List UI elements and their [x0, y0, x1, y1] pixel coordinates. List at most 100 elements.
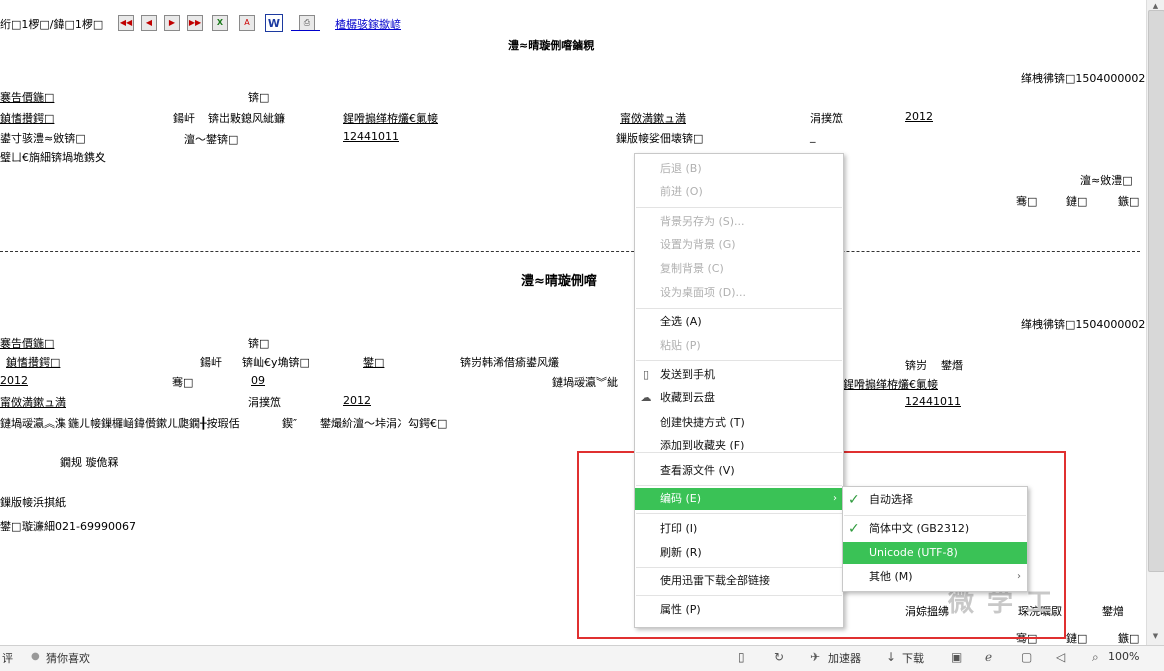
- field-value: 2012: [343, 394, 371, 407]
- word-icon[interactable]: W: [265, 14, 283, 32]
- field-text: 锛□: [248, 337, 270, 350]
- menu-item-refresh[interactable]: 刷新 (R): [635, 542, 843, 564]
- menu-item-save-background[interactable]: 背景另存为 (S)...: [635, 211, 843, 233]
- field-text: 鍙寸骇澧≈敓锛□: [0, 132, 86, 145]
- menu-item-encoding[interactable]: 编码 (E) ›: [635, 488, 843, 510]
- menu-item-create-shortcut[interactable]: 创建快捷方式 (T): [635, 412, 843, 434]
- menu-item-print[interactable]: 打印 (I): [635, 518, 843, 540]
- toolbar-underline: [291, 22, 320, 31]
- menu-item-copy-background[interactable]: 复制背景 (C): [635, 258, 843, 280]
- volume-icon[interactable]: ◁: [1056, 650, 1065, 664]
- field-text: 鍚屽: [173, 112, 195, 125]
- menu-item-forward[interactable]: 前进 (O): [635, 181, 843, 203]
- field-text: 鏈堝叆瀛︽潗: [0, 417, 66, 430]
- download-button[interactable]: 下载: [902, 650, 924, 666]
- encoding-gb2312[interactable]: ✓ 简体中文 (GB2312): [843, 518, 1027, 540]
- menu-item-properties[interactable]: 属性 (P): [635, 599, 843, 621]
- guess-you-like[interactable]: 猜你喜欢: [46, 650, 90, 666]
- status-bar: 评 ● 猜你喜欢 ▯ ↻ ✈ 加速器 ↓ 下载 ▣ ℯ ▢ ◁ ⌕ 100%: [0, 645, 1164, 671]
- menu-separator: [636, 452, 842, 453]
- sig-year: 骞□: [1016, 195, 1038, 208]
- field-text: 鐢熶紒澶〜垰涓冫勾鍔€□: [320, 417, 448, 430]
- field-text: 鍚屽: [200, 356, 222, 369]
- right-label: 澶≈敓澧□: [1080, 174, 1133, 187]
- encoding-utf8[interactable]: Unicode (UTF-8): [843, 542, 1027, 564]
- status-left-text: 评: [2, 652, 13, 665]
- menu-item-paste[interactable]: 粘贴 (P): [635, 335, 843, 357]
- next-page-icon[interactable]: ▶: [164, 15, 180, 31]
- menu-separator: [636, 308, 842, 309]
- checkmark-icon: ✓: [848, 521, 860, 537]
- chevron-right-icon: ›: [1017, 571, 1021, 582]
- menu-separator: [636, 595, 842, 596]
- circle-icon: ●: [31, 651, 40, 662]
- field-text: 鐢熷: [1102, 605, 1124, 618]
- refresh-icon[interactable]: ↻: [774, 650, 784, 664]
- field-text: 锛岃: [905, 359, 927, 372]
- field-text: 澶〜鐢锛□: [184, 133, 239, 146]
- menu-item-save-to-cloud[interactable]: ☁ 收藏到云盘: [635, 387, 843, 409]
- window-icon[interactable]: ▢: [1021, 650, 1032, 664]
- field-label: 褰告價鍦□: [0, 91, 55, 104]
- accelerator-button[interactable]: 加速器: [828, 650, 861, 666]
- field-label: 鍞愭攢鍔□: [0, 112, 55, 125]
- pdf-icon[interactable]: A: [239, 15, 255, 31]
- extension-icon[interactable]: ▣: [951, 650, 962, 664]
- mobile-icon[interactable]: ▯: [738, 650, 745, 664]
- excel-icon[interactable]: X: [212, 15, 228, 31]
- prev-page-icon[interactable]: ◀: [141, 15, 157, 31]
- vertical-scrollbar[interactable]: ▲ ▼: [1146, 0, 1164, 645]
- phone-icon: ▯: [642, 368, 650, 381]
- advanced-print-link[interactable]: 楂樼骇鎵撳嵃: [335, 16, 401, 32]
- field-text: 涓撲笟: [810, 112, 843, 125]
- field-value: 09: [251, 374, 265, 387]
- menu-item-view-source[interactable]: 查看源文件 (V): [635, 460, 843, 482]
- menu-item-send-to-phone[interactable]: ▯ 发送到手机: [635, 364, 843, 386]
- menu-separator: [636, 485, 842, 486]
- field-value: 鍟嗗搧缂栫爜€氭帹: [843, 378, 938, 391]
- field-value: 12441011: [343, 130, 399, 143]
- field-text: 鏁版帹娑佃壊锛□: [616, 132, 704, 145]
- menu-item-thunder-download[interactable]: 使用迅雷下载全部链接: [635, 570, 843, 592]
- menu-item-select-all[interactable]: 全选 (A): [635, 311, 843, 333]
- field-text: 鐗规 璇佹槑: [60, 456, 119, 469]
- menu-separator: [636, 360, 842, 361]
- first-page-icon[interactable]: ◀◀: [118, 15, 134, 31]
- field-label: 鍞愭攢鍔□: [6, 356, 61, 369]
- field-text: 锛屾€у埆锛□: [242, 356, 310, 369]
- scroll-thumb[interactable]: [1148, 10, 1164, 572]
- field-text: 骞□: [172, 376, 194, 389]
- rocket-icon[interactable]: ✈: [810, 650, 820, 664]
- field-value: 鍟嗗搧缂栫爜€氭帹: [343, 112, 438, 125]
- phone-value: 璇濓細021-69990067: [22, 520, 136, 533]
- zoom-level[interactable]: 100%: [1108, 650, 1139, 663]
- scroll-down-icon[interactable]: ▼: [1151, 632, 1160, 641]
- chevron-right-icon: ›: [833, 493, 837, 504]
- field-text: 鍦ㄦ帹鏁欏崡鍏儹鏉ㄦ瓟鐗╂按瑕佸: [68, 417, 240, 430]
- checkmark-icon: ✓: [848, 492, 860, 508]
- field-text: 鍥″: [282, 417, 298, 430]
- field-value: _: [810, 130, 816, 143]
- ie-icon[interactable]: ℯ: [985, 650, 992, 664]
- field-text: 锛岀敤鎴风紪鐮: [208, 112, 285, 125]
- cloud-icon: ☁: [640, 391, 652, 404]
- menu-item-add-favorites[interactable]: 添加到收藏夹 (F): [635, 435, 843, 450]
- menu-separator: [636, 567, 842, 568]
- encoding-auto[interactable]: ✓ 自动选择: [843, 489, 1027, 511]
- zoom-icon[interactable]: ⌕: [1092, 650, 1099, 665]
- field-label: 鐢□: [0, 520, 22, 533]
- menu-item-set-desktop[interactable]: 设为桌面项 (D)...: [635, 282, 843, 304]
- field-text: 鏈堝叆瀛︾紪: [552, 376, 618, 389]
- download-icon[interactable]: ↓: [886, 650, 896, 664]
- encoding-other[interactable]: 其他 (M) ›: [843, 566, 1027, 588]
- field-text: 涓撲笟: [248, 396, 281, 409]
- menu-item-set-background[interactable]: 设置为背景 (G): [635, 234, 843, 256]
- menu-item-back[interactable]: 后退 (B): [635, 158, 843, 180]
- field-value: 甯傚満鏉ュ満: [620, 112, 686, 125]
- last-page-icon[interactable]: ▶▶: [187, 15, 203, 31]
- report-title-2: 澧≈晴璇侀噾: [521, 274, 597, 289]
- sig-month: 鏈□: [1066, 632, 1088, 645]
- report-title-1: 澧≈晴璇侀噾鏀粯: [508, 39, 595, 52]
- field-text: 鐢熸: [941, 359, 963, 372]
- field-label: 褰告價鍦□: [0, 337, 55, 350]
